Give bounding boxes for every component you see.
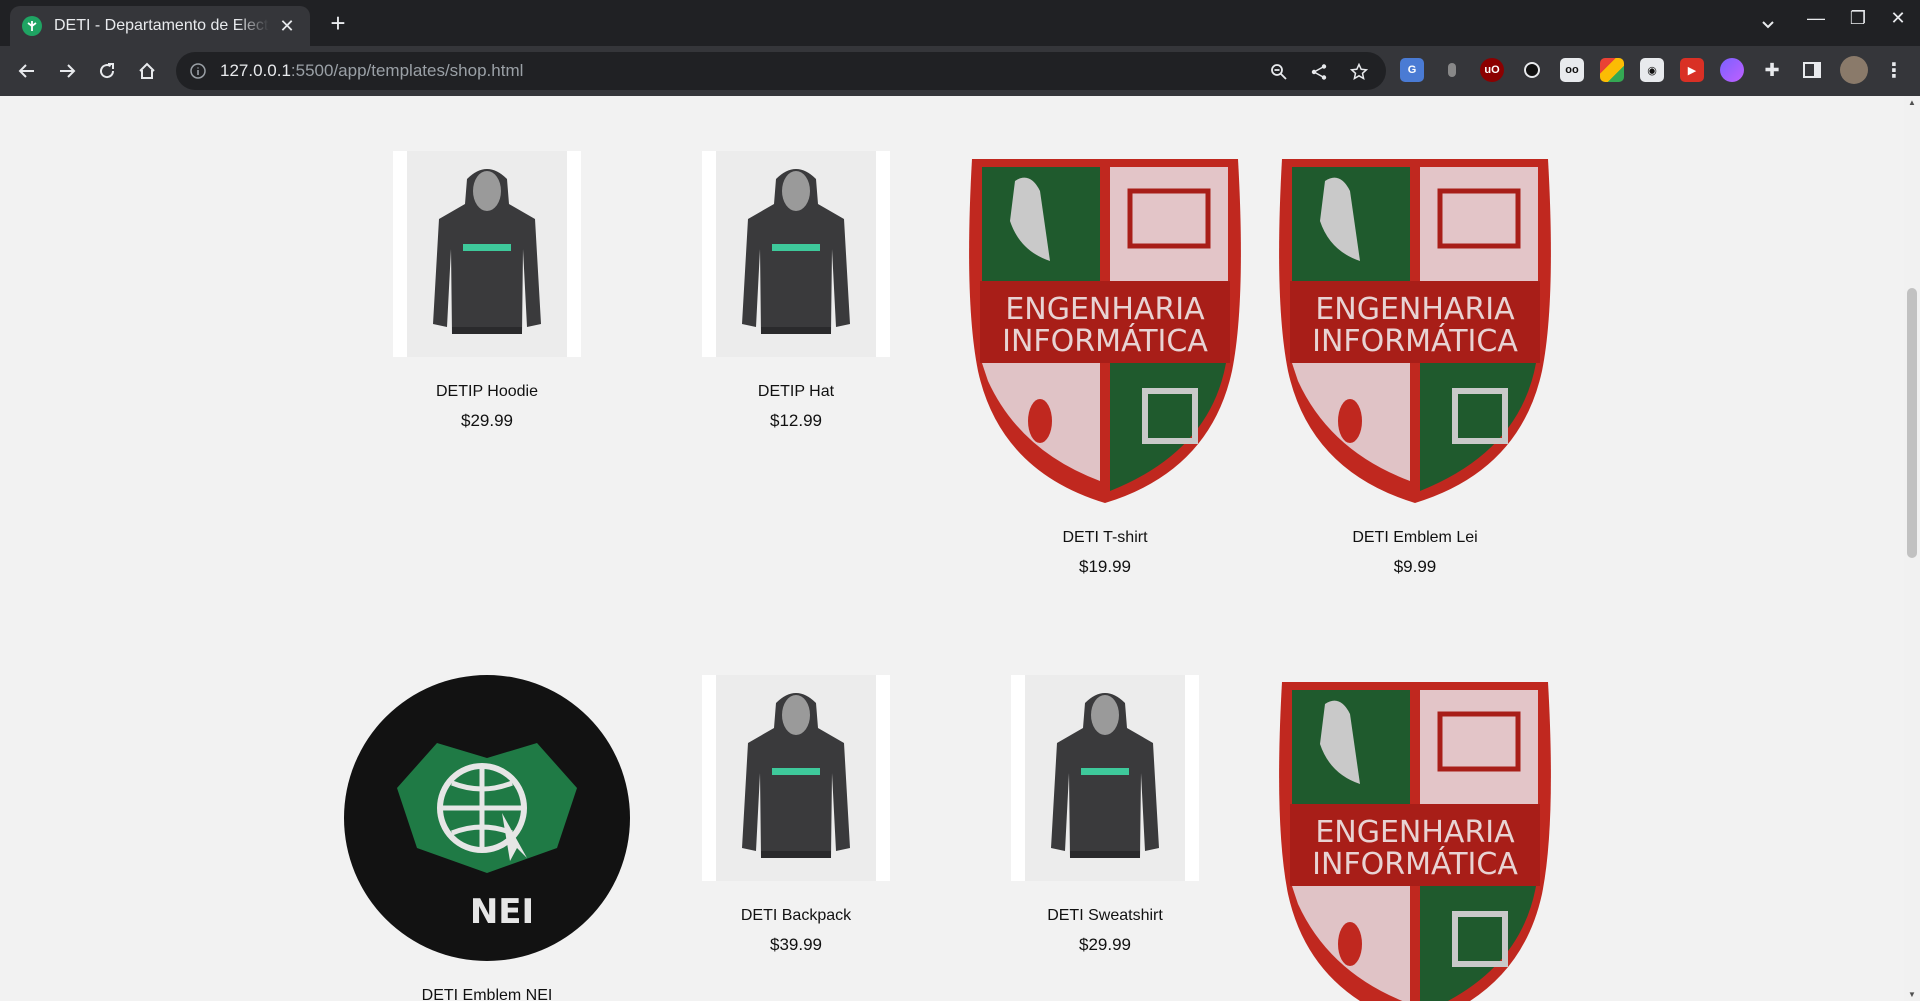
product-name[interactable]: DETIP Hoodie <box>342 383 632 401</box>
product-card[interactable]: NEI DETI Emblem NEI <box>342 673 632 1001</box>
product-image[interactable] <box>393 151 581 357</box>
product-price: $19.99 <box>1079 557 1131 576</box>
emblem-text-line2: INFORMÁTICA <box>1312 323 1518 359</box>
share-icon[interactable] <box>1308 61 1330 83</box>
emblem-ei-image: ENGENHARIA INFORMÁTICA <box>969 159 1241 503</box>
forward-icon[interactable] <box>52 56 82 86</box>
product-image[interactable] <box>702 151 890 357</box>
browser-tab[interactable]: DETI - Departamento de Electrónica ✕ <box>10 6 310 46</box>
new-tab-button[interactable]: + <box>324 10 352 36</box>
emblem-text-line2: INFORMÁTICA <box>1312 846 1518 882</box>
restore-button[interactable]: ❐ <box>1838 8 1878 29</box>
product-card[interactable]: ENGENHARIA INFORMÁTICA DETI Emblem Lei $… <box>1270 151 1560 577</box>
product-image[interactable]: NEI <box>342 673 632 963</box>
product-card[interactable]: ENGENHARIA INFORMÁTICA <box>1270 674 1560 1001</box>
emblem-text-line1: ENGENHARIA <box>1315 815 1515 850</box>
emblem-ei-image: ENGENHARIA INFORMÁTICA <box>1279 159 1551 503</box>
product-card[interactable]: DETI Backpack $39.99 <box>651 675 941 955</box>
hoodie-image <box>742 169 850 334</box>
profile-avatar[interactable] <box>1840 56 1868 84</box>
scroll-down-arrow-icon[interactable]: ▼ <box>1906 990 1918 999</box>
side-panel-icon[interactable] <box>1800 58 1824 82</box>
glasses-extension-icon[interactable]: oo <box>1560 58 1584 82</box>
product-name[interactable]: DETI T-shirt <box>960 529 1250 547</box>
product-price: $29.99 <box>1079 935 1131 954</box>
product-image[interactable] <box>702 675 890 881</box>
extensions-puzzle-icon[interactable]: ✚ <box>1760 58 1784 82</box>
purple-extension-icon[interactable] <box>1720 58 1744 82</box>
product-price: $9.99 <box>1393 557 1437 576</box>
product-name[interactable]: DETI Backpack <box>651 907 941 925</box>
emblem-text-line2: INFORMÁTICA <box>1002 323 1208 359</box>
product-card[interactable]: DETI Sweatshirt $29.99 <box>960 675 1250 955</box>
close-window-button[interactable]: ✕ <box>1878 8 1918 29</box>
product-card[interactable]: DETIP Hat $12.99 <box>651 151 941 431</box>
emblem-ei-image: ENGENHARIA INFORMÁTICA <box>1279 682 1551 1001</box>
product-name[interactable]: DETIP Hat <box>651 383 941 401</box>
hoodie-image <box>1051 693 1159 858</box>
product-name[interactable]: DETI Sweatshirt <box>960 907 1250 925</box>
site-info-icon[interactable] <box>188 61 208 81</box>
emblem-text-line1: ENGENHARIA <box>1005 292 1205 327</box>
url-text: 127.0.0.1:5500/app/templates/shop.html <box>220 61 524 80</box>
product-price: $12.99 <box>770 411 822 430</box>
paw-extension-icon[interactable] <box>1520 58 1544 82</box>
emblem-nei-image: NEI <box>344 675 630 961</box>
red-play-extension-icon[interactable]: ▶ <box>1680 58 1704 82</box>
menu-kebab-icon[interactable]: ⋮ <box>1882 58 1906 82</box>
product-card[interactable]: ENGENHARIA INFORMÁTICA DETI T-shirt $19.… <box>960 151 1250 577</box>
product-card[interactable]: DETIP Hoodie $29.99 <box>342 151 632 431</box>
reload-icon[interactable] <box>92 56 122 86</box>
page-scrollbar[interactable]: ▲ ▼ <box>1904 96 1920 1001</box>
browser-toolbar: 127.0.0.1:5500/app/templates/shop.html G… <box>0 46 1920 96</box>
product-name[interactable]: DETI Emblem Lei <box>1270 529 1560 547</box>
home-icon[interactable] <box>132 56 162 86</box>
product-name[interactable]: DETI Emblem NEI <box>342 987 632 1001</box>
browser-titlebar: DETI - Departamento de Electrónica ✕ + —… <box>0 0 1920 46</box>
tab-search-icon[interactable] <box>1748 2 1788 37</box>
ublock-extension-icon[interactable]: uO <box>1480 58 1504 82</box>
back-icon[interactable] <box>12 56 42 86</box>
product-image[interactable] <box>1011 675 1199 881</box>
extension-grey-icon[interactable] <box>1440 58 1464 82</box>
product-price: $29.99 <box>461 411 513 430</box>
nei-text: NEI <box>470 892 534 932</box>
product-price: $39.99 <box>770 935 822 954</box>
product-image[interactable]: ENGENHARIA INFORMÁTICA <box>1270 151 1560 503</box>
tab-title: DETI - Departamento de Electrónica <box>54 17 269 34</box>
panda-extension-icon[interactable]: ◉ <box>1640 58 1664 82</box>
tab-close-icon[interactable]: ✕ <box>276 16 298 37</box>
bookmark-star-icon[interactable] <box>1348 61 1370 83</box>
colorful-extension-icon[interactable] <box>1600 58 1624 82</box>
scrollbar-thumb[interactable] <box>1907 288 1917 558</box>
site-favicon-icon <box>22 16 42 36</box>
translate-extension-icon[interactable]: G <box>1400 58 1424 82</box>
shop-page: DETIP Hoodie $29.99 DETIP Hat $12.99 ENG… <box>0 96 1920 1001</box>
hoodie-image <box>433 169 541 334</box>
minimize-button[interactable]: — <box>1796 8 1836 29</box>
scroll-up-arrow-icon[interactable]: ▲ <box>1906 98 1918 107</box>
hoodie-image <box>742 693 850 858</box>
emblem-text-line1: ENGENHARIA <box>1315 292 1515 327</box>
address-bar[interactable]: 127.0.0.1:5500/app/templates/shop.html <box>176 52 1386 90</box>
product-image[interactable]: ENGENHARIA INFORMÁTICA <box>1270 674 1560 1001</box>
product-image[interactable]: ENGENHARIA INFORMÁTICA <box>960 151 1250 503</box>
zoom-icon[interactable] <box>1268 61 1290 83</box>
